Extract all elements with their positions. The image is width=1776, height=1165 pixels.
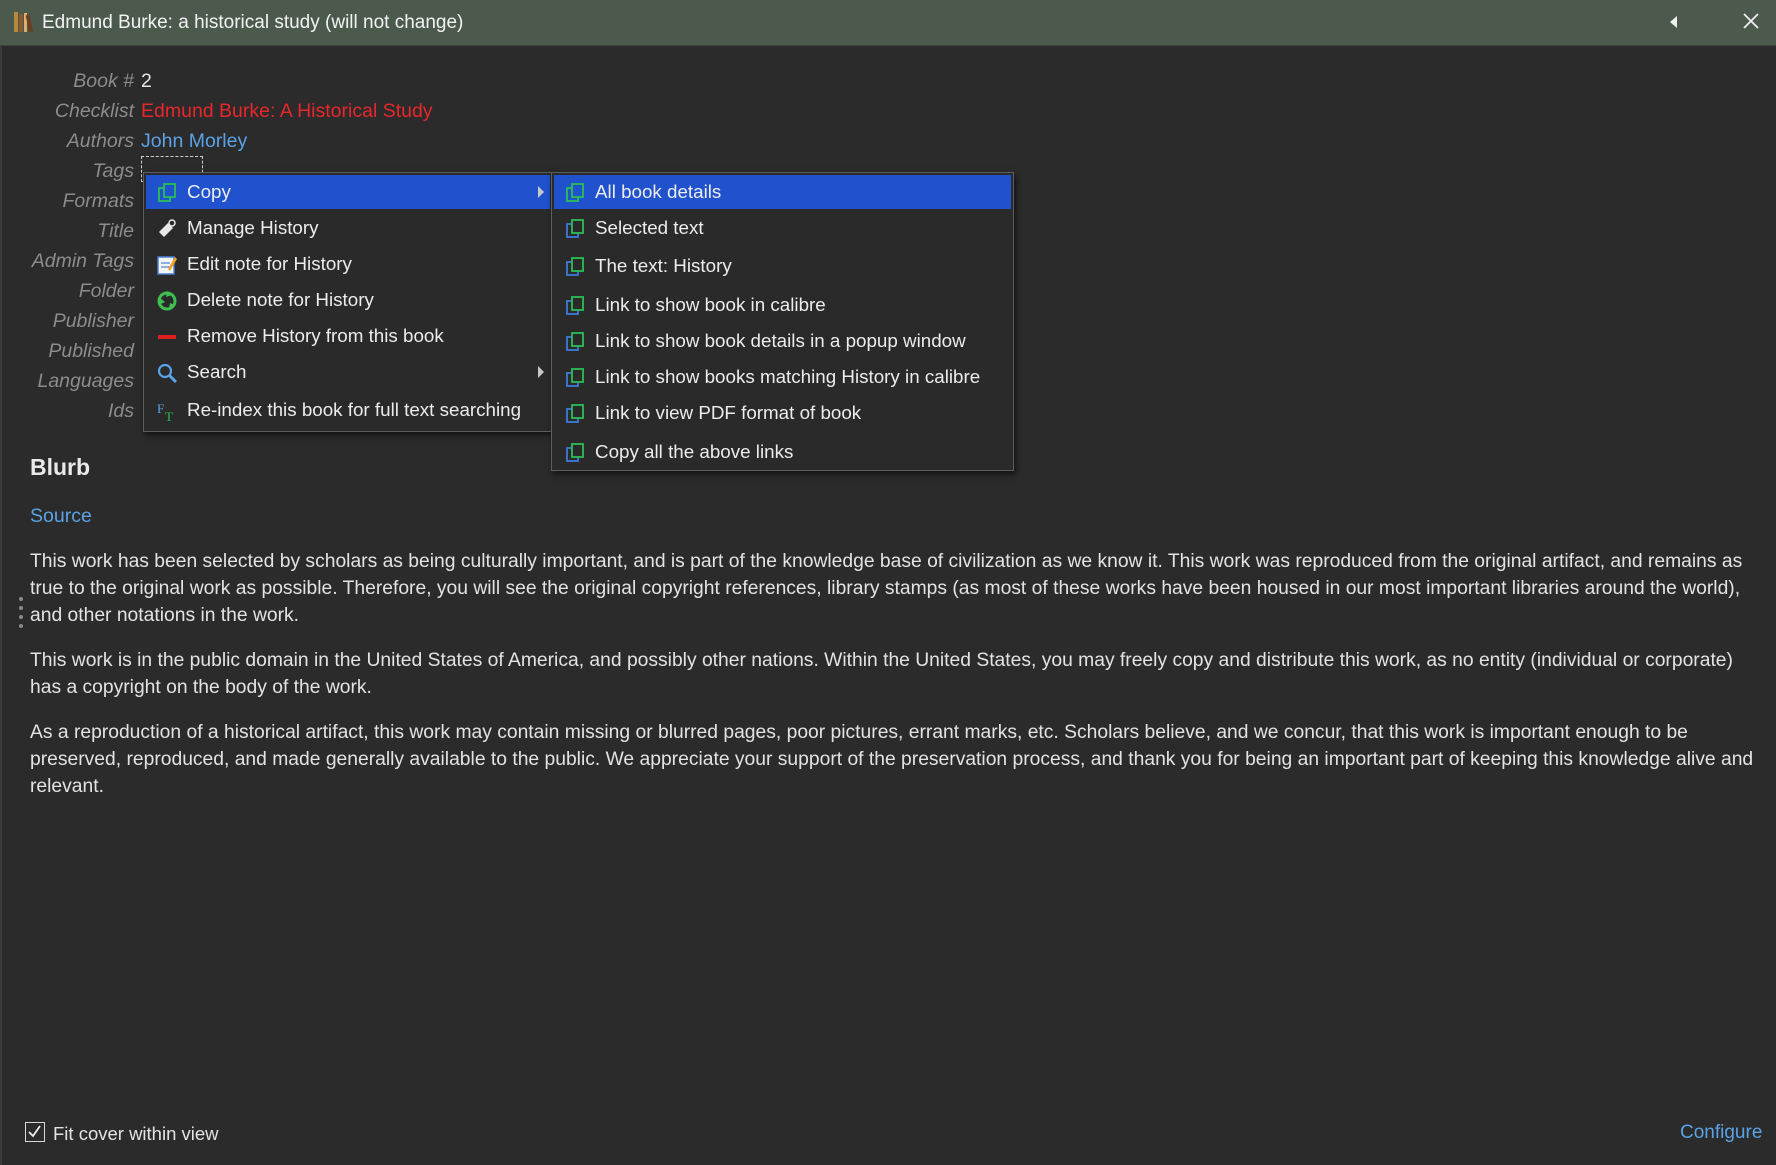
meta-label: Published (48, 340, 134, 362)
meta-label: Tags (92, 160, 134, 182)
source-link[interactable]: Source (30, 505, 92, 528)
fulltext-index-icon: F T (157, 401, 173, 422)
copy-item-all-links[interactable]: Copy all the above links (554, 435, 1011, 469)
copy-icon (566, 404, 584, 423)
copy-item-all-book-details[interactable]: All book details (554, 175, 1011, 209)
fit-cover-checkbox[interactable] (25, 1122, 45, 1142)
copy-item-label: All book details (595, 181, 722, 202)
blurb-paragraph: This work has been selected by scholars … (30, 551, 1743, 626)
copy-item-label: Copy all the above links (595, 441, 794, 462)
copy-icon (566, 368, 584, 387)
svg-text:F: F (157, 401, 164, 416)
recycle-icon (157, 291, 177, 311)
copy-item-label: Link to show book details in a popup win… (595, 330, 966, 351)
book-number-value: 2 (141, 70, 152, 92)
back-arrow-icon[interactable] (1664, 12, 1684, 32)
menu-item-copy[interactable]: Copy (146, 175, 550, 209)
edit-note-icon (157, 256, 177, 275)
checkmark-icon (28, 1125, 41, 1138)
close-icon[interactable] (1740, 10, 1762, 32)
blurb-paragraph: As a reproduction of a historical artifa… (30, 722, 1754, 797)
copy-submenu: All book details Selected text The text:… (551, 172, 1014, 471)
menu-item-label: Search (187, 361, 247, 382)
meta-label: Authors (66, 130, 134, 152)
remove-icon (158, 335, 176, 339)
copy-item-link-popup[interactable]: Link to show book details in a popup win… (554, 324, 1011, 358)
copy-item-label: Link to show book in calibre (595, 294, 826, 315)
meta-label: Admin Tags (31, 250, 134, 272)
copy-item-label: Link to show books matching History in c… (595, 366, 981, 387)
title-bar: Edmund Burke: a historical study (will n… (0, 0, 1776, 46)
menu-item-search[interactable]: Search (146, 355, 550, 389)
calibre-books-icon (14, 12, 34, 33)
meta-row-book-number: Book # 2 (0, 70, 600, 100)
menu-item-label: Copy (187, 181, 231, 202)
meta-row-authors: Authors John Morley (0, 130, 600, 160)
configure-link[interactable]: Configure (1680, 1122, 1762, 1144)
copy-icon (566, 296, 584, 315)
copy-item-link-book-calibre[interactable]: Link to show book in calibre (554, 288, 1011, 322)
search-icon (157, 363, 178, 384)
menu-item-remove-history[interactable]: Remove History from this book (146, 319, 550, 353)
menu-item-manage-history[interactable]: Manage History (146, 211, 550, 245)
menu-item-edit-note[interactable]: Edit note for History (146, 247, 550, 281)
submenu-arrow-icon (538, 186, 544, 198)
meta-label: Publisher (52, 310, 134, 332)
copy-icon (566, 219, 584, 238)
copy-icon (566, 183, 584, 202)
copy-icon (566, 443, 584, 462)
meta-label: Checklist (54, 100, 134, 122)
copy-icon (566, 257, 584, 276)
copy-item-label: Link to view PDF format of book (595, 402, 862, 423)
checklist-value[interactable]: Edmund Burke: A Historical Study (141, 100, 433, 123)
meta-label: Book # (73, 70, 134, 92)
blurb-heading: Blurb (30, 454, 91, 480)
copy-item-text-history[interactable]: The text: History (554, 249, 1011, 283)
meta-label: Languages (37, 370, 134, 392)
svg-text:T: T (165, 409, 173, 422)
copy-item-label: Selected text (595, 217, 704, 238)
meta-label: Title (97, 220, 134, 242)
menu-item-delete-note[interactable]: Delete note for History (146, 283, 550, 317)
menu-item-label: Manage History (187, 217, 319, 238)
blurb-paragraph: This work is in the public domain in the… (30, 650, 1733, 698)
menu-item-reindex[interactable]: F T Re-index this book for full text sea… (146, 393, 550, 427)
menu-item-label: Re-index this book for full text searchi… (187, 399, 522, 420)
author-link[interactable]: John Morley (141, 130, 247, 153)
meta-label: Formats (62, 190, 134, 212)
copy-icon (566, 332, 584, 351)
context-menu: Copy Manage History Edit note for Histor… (143, 172, 553, 432)
menu-item-label: Delete note for History (187, 289, 374, 310)
manage-tag-icon (159, 219, 176, 237)
copy-item-link-pdf[interactable]: Link to view PDF format of book (554, 396, 1011, 430)
splitter-handle-icon[interactable] (18, 596, 24, 630)
copy-item-link-matching[interactable]: Link to show books matching History in c… (554, 360, 1011, 394)
meta-row-checklist: Checklist Edmund Burke: A Historical Stu… (0, 100, 600, 130)
meta-label: Folder (78, 280, 134, 302)
menu-item-label: Remove History from this book (187, 325, 444, 346)
meta-label: Ids (107, 400, 134, 422)
copy-icon (158, 183, 176, 202)
window-title: Edmund Burke: a historical study (will n… (42, 12, 464, 33)
copy-item-selected-text[interactable]: Selected text (554, 211, 1011, 245)
menu-item-label: Edit note for History (187, 253, 352, 274)
fit-cover-label[interactable]: Fit cover within view (53, 1123, 219, 1145)
submenu-arrow-icon (538, 366, 544, 378)
copy-item-label: The text: History (595, 255, 732, 276)
